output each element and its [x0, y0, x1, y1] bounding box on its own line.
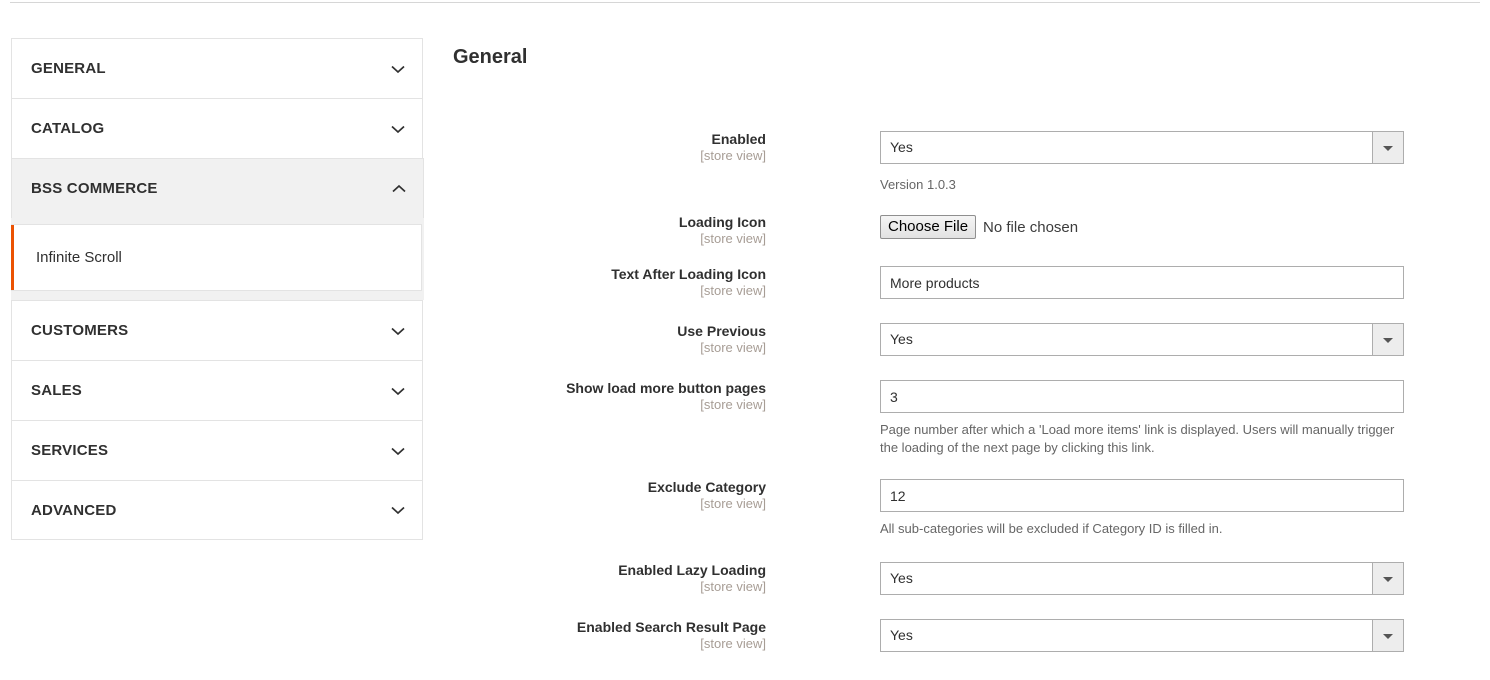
field-scope: [store view] [700, 148, 766, 163]
chevron-down-icon[interactable] [1372, 563, 1403, 594]
field-label-block: Loading Icon [store view] [346, 214, 766, 247]
enabled-search-result-page-select[interactable]: Yes [880, 619, 1404, 652]
field-control-block: Yes [880, 323, 1404, 356]
enabled-version-note: Version 1.0.3 [880, 177, 956, 192]
sidebar-subitem-label: Infinite Scroll [36, 249, 122, 266]
chevron-down-icon[interactable] [1372, 620, 1403, 651]
sidebar-item-general[interactable]: GENERAL [11, 38, 423, 98]
field-label-block: Exclude Category [store view] [346, 479, 766, 512]
field-label-block: Enabled Search Result Page [store view] [346, 619, 766, 652]
show-load-more-button-pages-input[interactable] [880, 380, 1404, 413]
loading-icon-file-input[interactable]: Choose File No file chosen [880, 214, 1404, 240]
field-scope: [store view] [700, 496, 766, 511]
field-scope: [store view] [700, 579, 766, 594]
field-label-block: Enabled [store view] [346, 131, 766, 164]
sidebar-item-label: ADVANCED [31, 501, 117, 519]
field-label: Show load more button pages [566, 380, 766, 396]
top-divider [10, 2, 1480, 3]
show-load-more-button-pages-note: Page number after which a 'Load more ite… [880, 422, 1395, 455]
field-label-block: Use Previous [store view] [346, 323, 766, 356]
field-label: Use Previous [677, 323, 766, 339]
field-label-block: Text After Loading Icon [store view] [346, 266, 766, 299]
field-control-block [880, 266, 1404, 299]
exclude-category-input[interactable] [880, 479, 1404, 512]
field-scope: [store view] [700, 397, 766, 412]
sidebar-item-label: CUSTOMERS [31, 322, 129, 339]
chevron-up-icon [389, 179, 409, 199]
field-label: Exclude Category [647, 479, 766, 495]
field-label: Enabled Search Result Page [576, 619, 766, 635]
chevron-down-icon [388, 441, 408, 461]
chevron-down-icon[interactable] [1372, 132, 1403, 163]
field-scope: [store view] [700, 231, 766, 246]
use-previous-select-value: Yes [890, 331, 913, 347]
field-control-block: Choose File No file chosen [880, 214, 1404, 240]
sidebar-item-bss-commerce[interactable]: BSS COMMERCE [11, 158, 424, 218]
field-label-block: Show load more button pages [store view] [346, 380, 766, 413]
field-label: Enabled Lazy Loading [618, 562, 766, 578]
field-control-block: Yes Version 1.0.3 [880, 131, 1404, 194]
page-title: General [453, 46, 528, 68]
field-control-block: Yes [880, 619, 1404, 652]
field-control-block: All sub-categories will be excluded if C… [880, 479, 1404, 538]
file-status-text: No file chosen [983, 218, 1079, 236]
active-indicator-bar [11, 225, 14, 290]
enabled-lazy-loading-select[interactable]: Yes [880, 562, 1404, 595]
sidebar-item-label: CATALOG [31, 120, 105, 137]
field-label: Enabled [711, 131, 766, 147]
config-main-panel: General Enabled [store view] Yes Version… [453, 46, 1453, 652]
chevron-down-icon[interactable] [1372, 324, 1403, 355]
sidebar-item-label: BSS COMMERCE [31, 180, 158, 197]
use-previous-select[interactable]: Yes [880, 323, 1404, 356]
enabled-select[interactable]: Yes [880, 131, 1404, 164]
sidebar-item-services[interactable]: SERVICES [11, 420, 423, 480]
field-scope: [store view] [700, 636, 766, 651]
sidebar-item-label: SERVICES [31, 442, 109, 459]
field-scope: [store view] [700, 340, 766, 355]
exclude-category-note: All sub-categories will be excluded if C… [880, 521, 1223, 536]
sidebar-item-label: SALES [31, 382, 83, 399]
text-after-loading-icon-input[interactable] [880, 266, 1404, 299]
admin-config-page: GENERAL CATALOG BSS COMMERCE Infinite Sc… [0, 0, 1490, 680]
enabled-search-result-page-select-value: Yes [890, 627, 913, 643]
field-scope: [store view] [700, 283, 766, 298]
sidebar-item-label: GENERAL [31, 60, 106, 77]
field-label: Text After Loading Icon [611, 266, 766, 282]
field-label: Loading Icon [678, 214, 766, 230]
field-control-block: Page number after which a 'Load more ite… [880, 380, 1404, 457]
enabled-select-value: Yes [890, 139, 913, 155]
choose-file-button[interactable]: Choose File [880, 215, 977, 239]
field-label-block: Enabled Lazy Loading [store view] [346, 562, 766, 595]
chevron-down-icon [388, 59, 408, 79]
enabled-lazy-loading-select-value: Yes [890, 570, 913, 586]
field-control-block: Yes [880, 562, 1404, 595]
